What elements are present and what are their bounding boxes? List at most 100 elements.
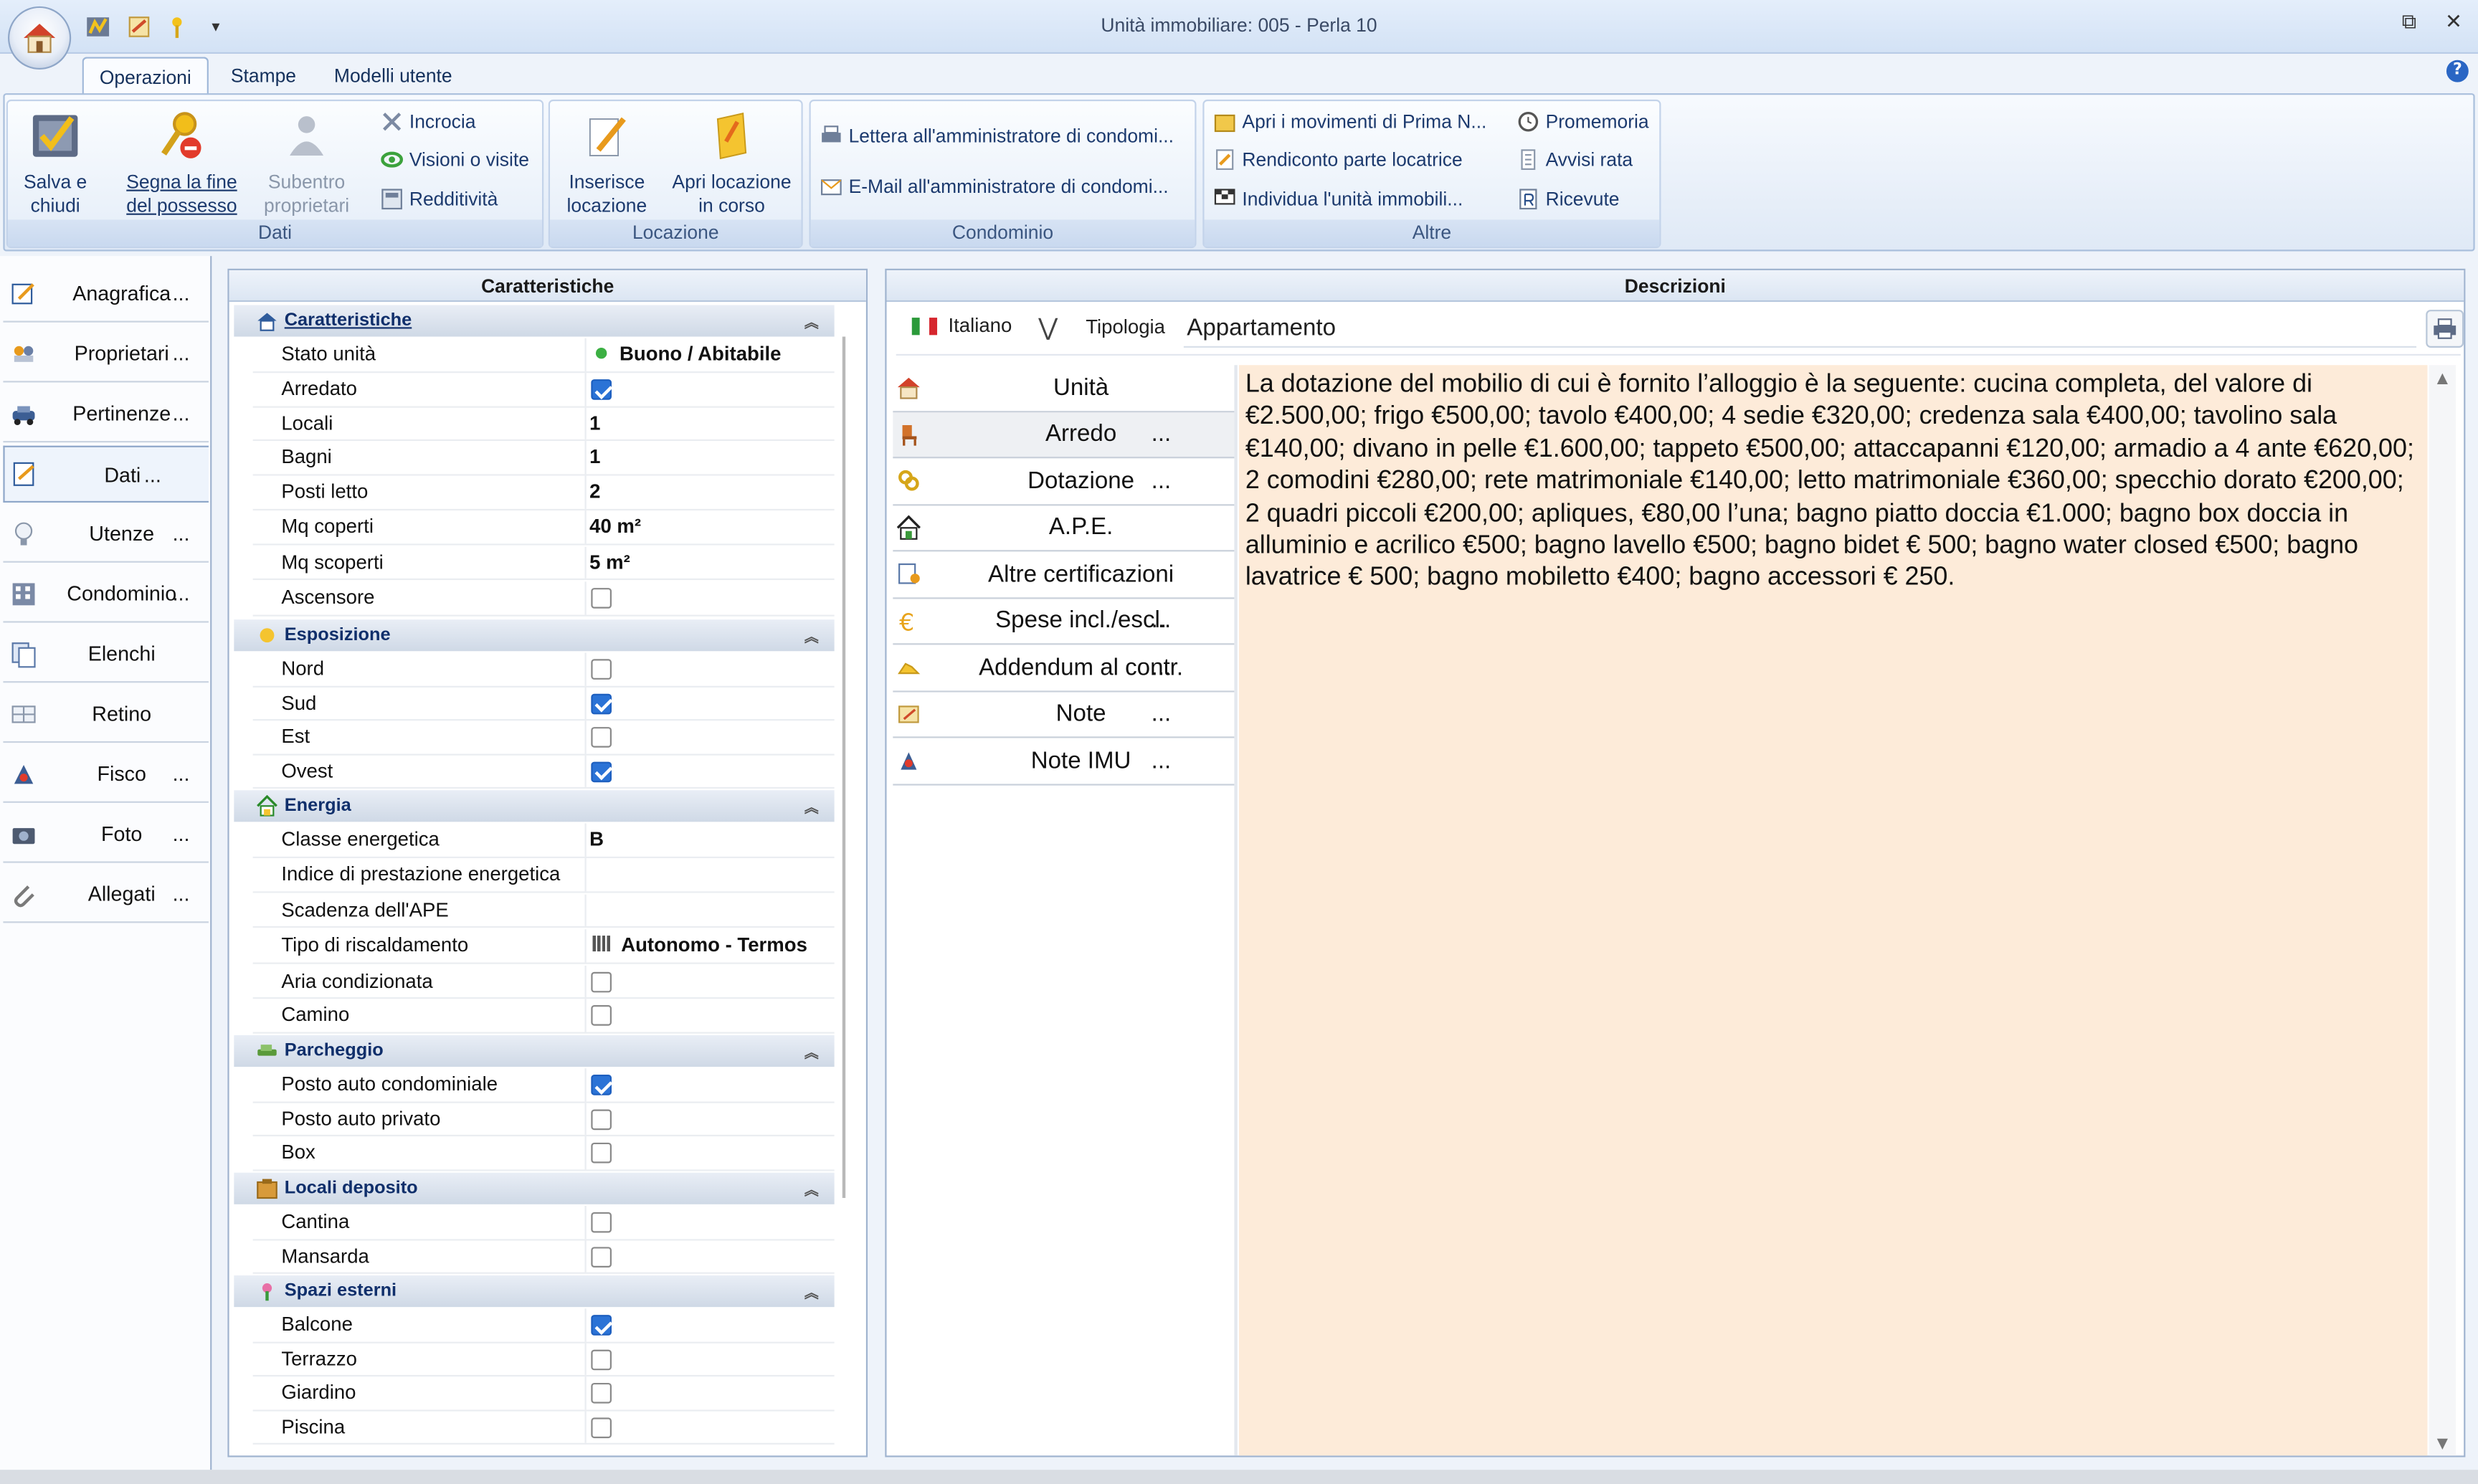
avvisi-rata-button[interactable]: Avvisi rata xyxy=(1517,146,1633,174)
row-mq-coperti[interactable]: Mq coperti 40 m² xyxy=(252,510,835,545)
salva-chiudi-button[interactable]: Salva e chiudi xyxy=(14,108,97,218)
checkbox-terrazzo[interactable] xyxy=(591,1349,612,1370)
category-parcheggio[interactable]: Parcheggio ︽ xyxy=(234,1034,835,1067)
tab-stampe[interactable]: Stampe xyxy=(215,57,312,95)
inserisce-locazione-button[interactable]: Inserisce locazione xyxy=(556,108,658,218)
row-ovest[interactable]: Ovest xyxy=(252,754,835,789)
row-aria-condizionata[interactable]: Aria condizionata xyxy=(252,964,835,999)
collapse-icon[interactable]: ︽ xyxy=(804,1281,819,1302)
row-bagni[interactable]: Bagni 1 xyxy=(252,441,835,475)
category-caratteristiche[interactable]: Caratteristiche ︽ xyxy=(234,305,835,337)
checkbox-sud[interactable] xyxy=(591,693,612,714)
checkbox-arredato[interactable] xyxy=(591,379,612,400)
scroll-up-icon[interactable]: ▲ xyxy=(2429,371,2456,387)
collapse-icon[interactable]: ︽ xyxy=(804,796,819,817)
sidebar-item-proprietari[interactable]: Proprietari... xyxy=(3,325,209,383)
redditivita-button[interactable]: Redditività xyxy=(381,185,498,214)
row-piscina[interactable]: Piscina xyxy=(252,1410,835,1445)
row-posto-auto-privato[interactable]: Posto auto privato xyxy=(252,1102,835,1137)
ricevute-button[interactable]: Ricevute xyxy=(1517,185,1620,214)
checkbox-ovest[interactable] xyxy=(591,761,612,782)
movimenti-prima-nota-button[interactable]: Apri i movimenti di Prima N... xyxy=(1214,108,1486,136)
sidebar-item-pertinenze[interactable]: Pertinenze... xyxy=(3,386,209,443)
segna-fine-possesso-button[interactable]: Segna la fine del possesso xyxy=(115,108,248,218)
row-stato-unita[interactable]: Stato unità Buono / Abitabile xyxy=(252,338,835,373)
row-cantina[interactable]: Cantina xyxy=(252,1206,835,1240)
sidebar-item-foto[interactable]: Foto... xyxy=(3,806,209,863)
rendiconto-locatrice-button[interactable]: Rendiconto parte locatrice xyxy=(1214,146,1463,174)
tab-modelli-utente[interactable]: Modelli utente xyxy=(318,57,468,95)
row-posti-letto[interactable]: Posti letto 2 xyxy=(252,475,835,510)
row-terrazzo[interactable]: Terrazzo xyxy=(252,1342,835,1377)
apri-locazione-button[interactable]: Apri locazione in corso xyxy=(664,108,800,218)
collapse-icon[interactable]: ︽ xyxy=(804,1041,819,1062)
checkbox-posto-auto-condominiale[interactable] xyxy=(591,1075,612,1095)
section-addendum[interactable]: Addendum al contr.... xyxy=(893,645,1235,692)
row-camino[interactable]: Camino xyxy=(252,999,835,1033)
checkbox-camino[interactable] xyxy=(591,1005,612,1026)
section-spese[interactable]: € Spese incl./escl.... xyxy=(893,598,1235,645)
checkbox-ascensore[interactable] xyxy=(591,588,612,609)
row-locali[interactable]: Locali 1 xyxy=(252,406,835,442)
row-indice-prestazione[interactable]: Indice di prestazione energetica xyxy=(252,858,835,893)
sidebar-item-dati[interactable]: Dati... xyxy=(3,445,209,503)
print-button[interactable] xyxy=(2426,310,2464,348)
email-amministratore-button[interactable]: E-Mail all'amministratore di condomi... xyxy=(820,172,1169,201)
subentro-proprietari-button[interactable]: Subentro proprietari xyxy=(251,108,361,218)
scroll-down-icon[interactable]: ▼ xyxy=(2429,1437,2456,1452)
sidebar-item-anagrafica[interactable]: Anagrafica... xyxy=(3,265,209,323)
row-est[interactable]: Est xyxy=(252,720,835,755)
category-spazi-esterni[interactable]: Spazi esterni ︽ xyxy=(234,1275,835,1308)
row-ascensore[interactable]: Ascensore xyxy=(252,581,835,616)
row-scadenza-ape[interactable]: Scadenza dell'APE xyxy=(252,893,835,928)
chevron-down-icon[interactable]: ⋁ xyxy=(1038,313,1058,341)
collapse-icon[interactable]: ︽ xyxy=(804,1178,819,1199)
section-altre-certificazioni[interactable]: Altre certificazioni xyxy=(893,551,1235,599)
row-mansarda[interactable]: Mansarda xyxy=(252,1240,835,1274)
individua-unita-button[interactable]: Individua l'unità immobili... xyxy=(1214,185,1463,214)
collapse-icon[interactable]: ︽ xyxy=(804,625,819,646)
checkbox-nord[interactable] xyxy=(591,659,612,680)
row-mq-scoperti[interactable]: Mq scoperti 5 m² xyxy=(252,546,835,581)
row-arredato[interactable]: Arredato xyxy=(252,373,835,407)
lettera-amministratore-button[interactable]: Lettera all'amministratore di condomi... xyxy=(820,122,1174,151)
checkbox-piscina[interactable] xyxy=(591,1417,612,1437)
row-giardino[interactable]: Giardino xyxy=(252,1376,835,1411)
checkbox-est[interactable] xyxy=(591,727,612,748)
description-scrollbar[interactable]: ▲ ▼ xyxy=(2429,365,2456,1456)
sidebar-item-allegati[interactable]: Allegati... xyxy=(3,866,209,923)
row-classe-energetica[interactable]: Classe energetica B xyxy=(252,823,835,857)
section-note[interactable]: Note... xyxy=(893,691,1235,738)
sidebar-item-utenze[interactable]: Utenze... xyxy=(3,505,209,563)
restore-window-button[interactable]: ⧉ xyxy=(2402,11,2416,34)
row-nord[interactable]: Nord xyxy=(252,652,835,687)
language-select[interactable]: Italiano xyxy=(948,315,1012,337)
sidebar-item-elenchi[interactable]: Elenchi xyxy=(3,626,209,683)
sidebar-item-retino[interactable]: Retino xyxy=(3,686,209,743)
row-balcone[interactable]: Balcone xyxy=(252,1308,835,1343)
checkbox-aria-condizionata[interactable] xyxy=(591,971,612,992)
checkbox-cantina[interactable] xyxy=(591,1212,612,1233)
checkbox-balcone[interactable] xyxy=(591,1315,612,1336)
checkbox-giardino[interactable] xyxy=(591,1382,612,1404)
section-arredo[interactable]: Arredo... xyxy=(893,412,1235,459)
section-ape[interactable]: A.P.E. xyxy=(893,505,1235,552)
category-esposizione[interactable]: Esposizione ︽ xyxy=(234,619,835,652)
promemoria-button[interactable]: Promemoria xyxy=(1517,108,1649,136)
tipologia-field[interactable]: Appartamento xyxy=(1183,310,2417,348)
checkbox-mansarda[interactable] xyxy=(591,1246,612,1267)
collapse-icon[interactable]: ︽ xyxy=(804,310,819,331)
category-locali-deposito[interactable]: Locali deposito ︽ xyxy=(234,1172,835,1204)
row-posto-auto-condominiale[interactable]: Posto auto condominiale xyxy=(252,1068,835,1103)
section-unita[interactable]: Unità xyxy=(893,365,1235,412)
property-grid-scrollbar[interactable] xyxy=(839,315,848,1421)
section-dotazione[interactable]: Dotazione... xyxy=(893,458,1235,505)
row-box[interactable]: Box xyxy=(252,1136,835,1171)
tab-operazioni[interactable]: Operazioni xyxy=(82,57,209,95)
checkbox-box[interactable] xyxy=(591,1142,612,1164)
description-text[interactable]: La dotazione del mobilio di cui è fornit… xyxy=(1239,365,2428,1456)
section-note-imu[interactable]: Note IMU... xyxy=(893,738,1235,785)
category-energia[interactable]: Energia ︽ xyxy=(234,790,835,822)
row-tipo-riscaldamento[interactable]: Tipo di riscaldamento Autonomo - Termos xyxy=(252,929,835,964)
row-sud[interactable]: Sud xyxy=(252,686,835,721)
